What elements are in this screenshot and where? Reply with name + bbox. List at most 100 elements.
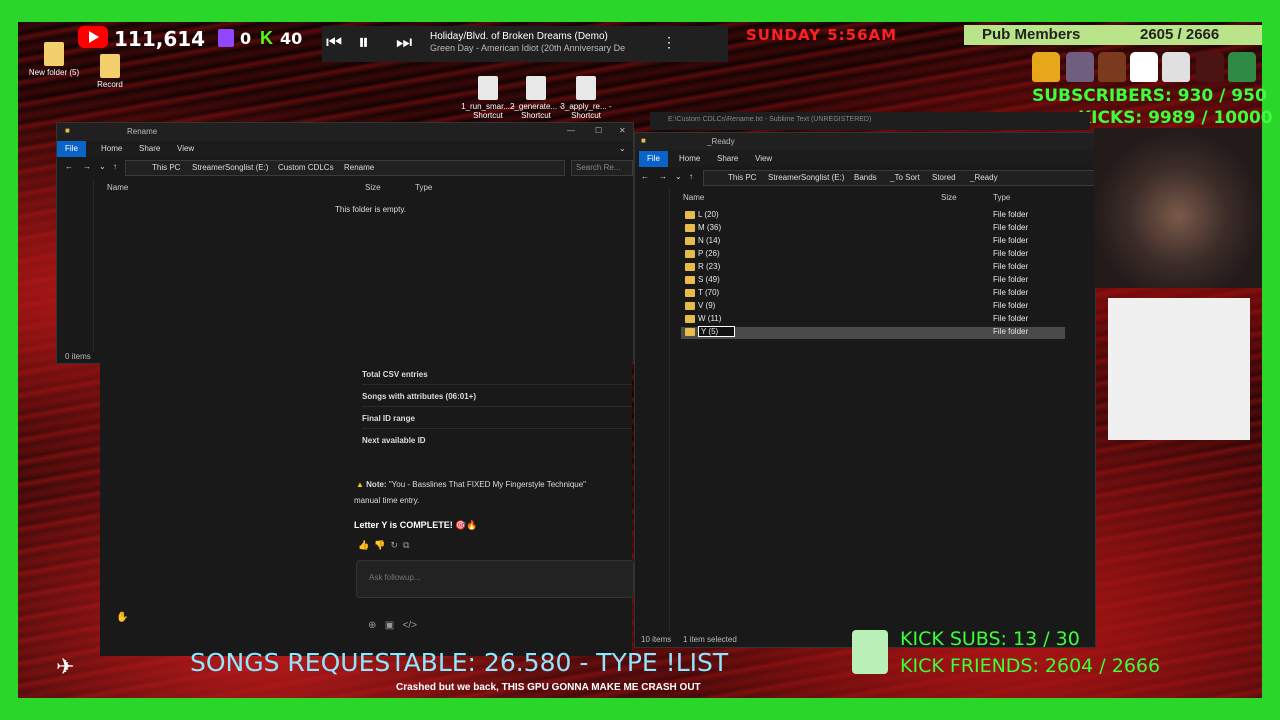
close-icon[interactable]: ✕ [619,126,626,135]
recent-dropdown-icon[interactable]: ⌄ [99,162,106,171]
desktop-icon-shortcut[interactable]: 3_apply_re... - Shortcut [556,76,616,120]
note-text-continued: manual time entry. [354,496,420,505]
tab-file[interactable]: File [639,151,668,167]
column-header-name[interactable]: Name [683,193,704,202]
image-icon[interactable]: ▣ [385,620,394,631]
search-input[interactable]: Search Re... [571,160,633,176]
list-item[interactable]: W (11) File folder [685,314,1065,326]
breadcrumb-bands[interactable]: Bands [854,173,877,182]
desktop-icon-label: 3_apply_re... - Shortcut [560,102,612,120]
list-item[interactable]: M (36) File folder [685,223,1065,235]
tab-share[interactable]: Share [717,154,738,163]
shirt-icon [1130,52,1158,82]
up-arrow-icon[interactable]: ↑ [113,162,117,171]
forward-arrow-icon[interactable]: → [83,162,91,171]
tab-home[interactable]: Home [101,144,122,153]
globe-icon[interactable]: ⊕ [368,620,376,631]
list-item[interactable]: T (70) File folder [685,288,1065,300]
more-options-icon[interactable]: ⋮ [662,34,676,51]
list-item[interactable]: L (20) File folder [685,210,1065,222]
navigation-pane[interactable] [57,179,94,351]
twitch-icon [218,29,234,47]
list-item[interactable]: R (23) File folder [685,262,1065,274]
desktop-icon-record[interactable]: Record [80,54,140,89]
up-arrow-icon[interactable]: ↑ [689,172,693,181]
desktop-icon-new-folder[interactable]: New folder (5) [24,42,84,77]
navigation-pane[interactable] [635,189,670,631]
column-header-name[interactable]: Name [107,183,128,192]
song-artist: Green Day - American Idiot (20th Anniver… [430,43,626,53]
breadcrumb-drive[interactable]: StreamerSonglist (E:) [768,173,844,182]
folder-icon [685,262,695,271]
address-bar[interactable]: This PC StreamerSonglist (E:) Bands _To … [703,170,1097,186]
folder-icon [685,236,695,245]
retry-icon[interactable]: ↻ [390,540,398,550]
copy-icon[interactable]: ⧉ [403,540,409,550]
ribbon: File Home Share View [635,151,1095,167]
column-header-size[interactable]: Size [941,193,957,202]
previous-track-icon[interactable]: ⏮ [326,32,342,53]
breadcrumb-custom-cdlcs[interactable]: Custom CDLCs [278,163,334,172]
followup-input[interactable]: Ask followup... [356,560,634,598]
list-item[interactable]: V (9) File folder [685,301,1065,313]
breadcrumb-drive[interactable]: StreamerSonglist (E:) [192,163,268,172]
tab-file[interactable]: File [57,141,86,157]
pause-icon[interactable]: ⏸ [358,29,369,55]
media-player: ⏮ ⏸ ⏭ Holiday/Blvd. of Broken Dreams (De… [322,26,728,62]
title-bar: ■ _Ready [635,133,1095,151]
folder-type: File folder [993,249,1029,258]
maximize-icon[interactable]: ☐ [595,126,602,135]
folder-name: W (11) [698,314,722,323]
kicks-goal: KICKS: 9989 / 10000 [1078,108,1273,128]
folder-type: File folder [993,288,1029,297]
list-item[interactable]: P (26) File folder [685,249,1065,261]
breadcrumb-to-sort[interactable]: _To Sort [890,173,920,182]
code-icon[interactable]: </> [403,620,417,631]
list-item-selected[interactable]: Y (5) File folder [681,326,1065,339]
day-time-display: SUNDAY 5:56AM [746,26,898,44]
forward-arrow-icon[interactable]: → [659,172,667,181]
list-item[interactable]: N (14) File folder [685,236,1065,248]
chat-message: Crashed but we back, THIS GPU GONNA MAKE… [396,682,701,693]
shirt-icon [1162,52,1190,82]
folder-icon [685,275,695,284]
folder-type: File folder [993,210,1029,219]
column-header-type[interactable]: Type [993,193,1010,202]
thumbs-up-icon[interactable]: 👍 [358,540,369,550]
kick-count: 40 [280,29,303,48]
pub-members-bar: Pub Members 2605 / 2666 [964,25,1262,45]
rename-input[interactable]: Y (5) [698,326,736,337]
back-arrow-icon[interactable]: ← [641,172,649,181]
folder-name: S (49) [698,275,720,284]
subscribers-goal: SUBSCRIBERS: 930 / 950 [1032,86,1267,106]
breadcrumb-this-pc[interactable]: This PC [728,173,756,182]
tab-share[interactable]: Share [139,144,160,153]
list-item[interactable]: S (49) File folder [685,275,1065,287]
column-header-size[interactable]: Size [365,183,381,192]
folder-name: T (70) [698,288,720,297]
explorer-window-rename: ■ Rename — ☐ ✕ File Home Share View ⌄ ← … [56,122,634,364]
breadcrumb-ready[interactable]: _Ready [970,173,998,182]
note-text: "You - Basslines That FIXED My Fingersty… [388,480,587,489]
tab-view[interactable]: View [177,144,194,153]
breadcrumb-stored[interactable]: Stored [932,173,956,182]
window-title: _Ready [707,137,735,146]
tab-home[interactable]: Home [679,154,700,163]
recent-dropdown-icon[interactable]: ⌄ [675,172,682,181]
folder-icon [100,54,120,78]
shirt-icon [1098,52,1126,82]
tab-view[interactable]: View [755,154,772,163]
folder-name: N (14) [698,236,721,245]
user-avatar-icon[interactable]: ✋ [116,612,128,623]
breadcrumb-this-pc[interactable]: This PC [152,163,180,172]
next-track-icon[interactable]: ⏭ [396,32,412,53]
breadcrumb-rename[interactable]: Rename [344,163,374,172]
address-bar[interactable]: This PC StreamerSonglist (E:) Custom CDL… [125,160,565,176]
column-header-type[interactable]: Type [415,183,432,192]
minimize-icon[interactable]: — [567,126,575,135]
game-preview-pegboard [1108,298,1250,440]
back-arrow-icon[interactable]: ← [65,162,73,171]
kick-icon: K [260,28,273,48]
thumbs-down-icon[interactable]: 👎 [374,540,385,550]
chevron-down-icon[interactable]: ⌄ [619,144,626,153]
